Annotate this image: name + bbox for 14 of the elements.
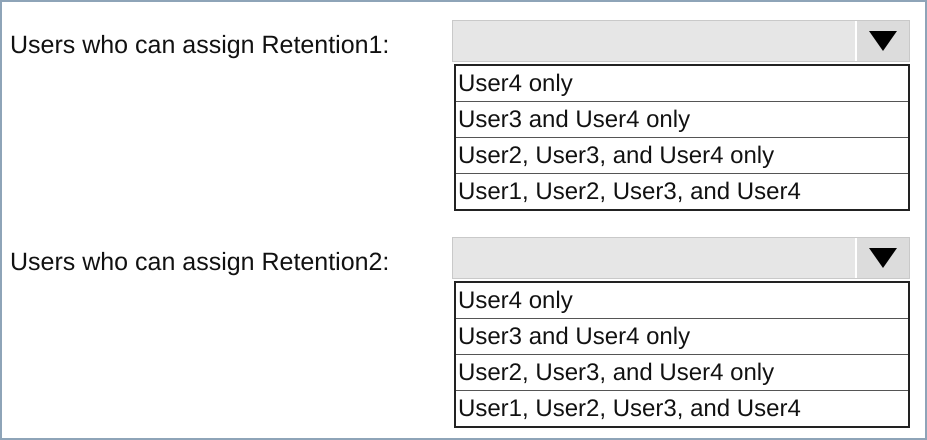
dropdown-button[interactable] (855, 238, 909, 278)
caret-icon (869, 31, 897, 51)
dropdown-option[interactable]: User4 only (456, 283, 908, 318)
question-label: Users who can assign Retention2: (10, 248, 390, 277)
dropdown-option[interactable]: User3 and User4 only (456, 101, 908, 137)
dropdown-option[interactable]: User1, User2, User3, and User4 (456, 390, 908, 426)
dropdown-button[interactable] (855, 21, 909, 61)
caret-icon (869, 248, 897, 268)
dropdown-option[interactable]: User1, User2, User3, and User4 (456, 173, 908, 209)
dropdown-option[interactable]: User4 only (456, 66, 908, 101)
question-label: Users who can assign Retention1: (10, 31, 390, 60)
dropdown-option[interactable]: User2, User3, and User4 only (456, 137, 908, 173)
dropdown-option[interactable]: User3 and User4 only (456, 318, 908, 354)
dropdown-option[interactable]: User2, User3, and User4 only (456, 354, 908, 390)
